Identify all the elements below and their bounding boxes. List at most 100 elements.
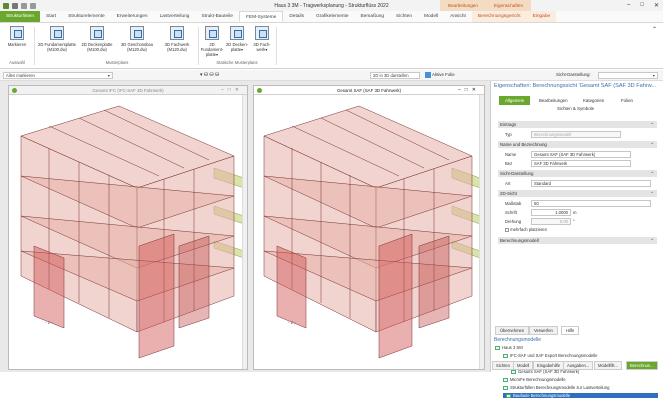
footer-tab-berechnung[interactable]: Berechnun... (626, 361, 658, 370)
tab-details[interactable]: Details (283, 11, 310, 22)
footer-tab-ausgaben[interactable]: Ausgaben... (563, 361, 594, 370)
view-2d-3d-label: 2D in 3D darstellen (373, 73, 409, 78)
viewport-right-scrollbar[interactable] (479, 95, 484, 369)
context-group-props: Eigenschaften (485, 0, 532, 11)
massstab-value: 50 (534, 201, 539, 206)
tree-node[interactable]: MicroFe Berechnungsmodelle (503, 377, 566, 382)
viewport-controls[interactable]: –□✕ (458, 86, 480, 95)
group-label-auswahl: Auswahl (9, 60, 25, 65)
section-berechnungsmodell[interactable]: Berechnungsmodell ⌃ (498, 237, 657, 244)
close-button[interactable]: ✕ (654, 2, 659, 9)
tab-sichten[interactable]: Sichten (390, 11, 418, 22)
tree-node-label: MicroFe Berechnungsmodelle (510, 377, 566, 382)
context-tab-groups: Bearbeitungen Eigenschaften (440, 0, 532, 11)
section-eintrag[interactable]: Eintrags ⌃ (498, 121, 657, 128)
tree-node-label: IFC-SAF und SAF Export Berechnungsmodell… (510, 353, 598, 358)
chevron-down-icon: ▾ (652, 73, 655, 78)
ribbon-collapse-icon[interactable]: ⌃ (652, 26, 657, 33)
building-icon (130, 26, 144, 40)
mehrfach-checkbox[interactable]: mehrfach platzieren (505, 227, 547, 232)
fachwerk-dropdown-button[interactable]: 3D Fach-werk▾ (250, 26, 274, 52)
maximize-button[interactable]: □ (640, 2, 644, 9)
art-select[interactable]: Standard (531, 180, 651, 187)
bez-label: Bez (505, 161, 513, 166)
tab-fem-systeme[interactable]: FEM-Systeme (238, 11, 284, 22)
bez-field[interactable]: SAF 3D Fahrwerk (531, 160, 631, 167)
section-2d-sicht[interactable]: 2D-Sicht ⌃ (498, 190, 657, 197)
deckenplatte-label: 2D Deckenplatte (M100.dw) (81, 42, 113, 52)
plate-icon (50, 26, 64, 40)
fundament-dropdown-label: 2D Fundament-platte▾ (200, 42, 224, 57)
active-layer-toggle[interactable]: Aktive Folie (425, 72, 455, 78)
building-model-3d: - z - (263, 105, 480, 359)
tab-start[interactable]: Start (40, 11, 62, 22)
tab-berechnungsgericht[interactable]: Berechnungsgericht (471, 11, 527, 22)
group-label-musterplans: Musterplans (105, 60, 129, 65)
massstab-label: Maßstab (505, 201, 522, 206)
tab-grafikelemente[interactable]: Grafikelemente (310, 11, 355, 22)
discard-button[interactable]: Verwerfen (529, 326, 558, 335)
schrift-field[interactable]: 1.0000 (531, 209, 571, 216)
fachwerk-label: 3D Fachwerk (M120.dw) (164, 42, 190, 52)
layer-icon (425, 72, 431, 78)
tab-strukt-bauteile[interactable]: Strukt-Bauteile (195, 11, 238, 22)
viewport-right[interactable]: Gesamt SAF (SAF 3D Fahrwerk) –□✕ - z - (253, 85, 485, 370)
tab-erweiterungen[interactable]: Erweiterungen (111, 11, 154, 22)
sicht-combo[interactable]: ▾ (598, 72, 658, 79)
massstab-select[interactable]: 50 (531, 200, 651, 207)
minimize-button[interactable]: – (627, 2, 630, 9)
tab-strukturlisten[interactable]: Strukturlisten (0, 11, 40, 22)
building-model-3d: - z - (20, 105, 243, 359)
tab-bemassung[interactable]: Bemaßung (355, 11, 390, 22)
section-eintrag-label: Eintrags (500, 122, 517, 127)
schrift-label: Schrift (505, 210, 517, 215)
tree-node[interactable]: IFC-SAF und SAF Export Berechnungsmodell… (503, 353, 598, 358)
viewport-left-header: Gesamt IFC (IFC-SAF 3D Fahrwerk) –□✕ (9, 86, 247, 95)
tab-lastverteilung[interactable]: Lastverteilung (154, 11, 196, 22)
tab-eingabe[interactable]: Eingabe (526, 11, 557, 22)
viewport-left-scrollbar[interactable] (242, 95, 247, 369)
geschossbau-button[interactable]: 3D Geschossbau (M120.dw) (118, 26, 156, 52)
tab-allgemein[interactable]: Allgemein (499, 96, 531, 105)
fachwerk-button[interactable]: 3D Fachwerk (M120.dw) (158, 26, 196, 52)
apply-button[interactable]: Übernehmen (495, 326, 530, 335)
tab-modell[interactable]: Modell (418, 11, 444, 22)
name-field[interactable]: Gesamt SAF (SAF 3D Fahrwerk) (531, 151, 631, 158)
fundamentplatte-button[interactable]: 2D Fundamentplatte (M100.dw) (38, 26, 76, 52)
footer-tab-modellfilter[interactable]: Modellfilt... (594, 361, 623, 370)
tree-node-label: Haus 3 SM (502, 345, 523, 350)
art-value: Standard (534, 181, 551, 186)
tab-ansicht[interactable]: Ansicht (444, 11, 472, 22)
slab-icon (90, 26, 104, 40)
section-name[interactable]: Name und Bezeichnung ⌃ (498, 141, 657, 148)
chevron-up-icon: ⌃ (650, 171, 654, 176)
view-icon (257, 88, 262, 93)
tab-strukturelemente[interactable]: Strukturelemente (62, 11, 111, 22)
view-tools-icons[interactable]: ▾ ⛁ ⛁ ⛁ (200, 72, 219, 78)
tree-node[interactable]: Strukturfüllen Berechnungsmodelle zur La… (503, 385, 609, 390)
tree-node-label: Baufaule Berechnungsmodelle (513, 393, 571, 398)
tree-node-root[interactable]: Haus 3 SM (495, 345, 523, 350)
name-label: Name (505, 152, 517, 157)
footer-tab-sichten[interactable]: Sichten (492, 361, 514, 370)
viewport-right-header: Gesamt SAF (SAF 3D Fahrwerk) –□✕ (254, 86, 484, 95)
tree-node-selected[interactable]: Baufaule Berechnungsmodelle (503, 393, 658, 398)
help-button[interactable]: Hilfe (561, 326, 580, 335)
footer-tab-modell[interactable]: Modell (513, 361, 534, 370)
fundament-dropdown-button[interactable]: 2D Fundament-platte▾ (200, 26, 224, 57)
view-icon (12, 88, 17, 93)
sicht-label: Sicht-Darstellung: (556, 72, 591, 77)
section-sicht-darstellung[interactable]: Sicht-Darstellung ⌃ (498, 170, 657, 177)
chevron-up-icon: ⌃ (650, 142, 654, 147)
viewport-left[interactable]: Gesamt IFC (IFC-SAF 3D Fahrwerk) –□✕ - z… (8, 85, 248, 370)
model-icon (503, 353, 508, 358)
markieren-button[interactable]: Markieren (4, 26, 30, 47)
viewport-controls[interactable]: –□✕ (221, 86, 243, 95)
tab-sichten-symbole[interactable]: Sichten & Symbole (551, 104, 600, 113)
deckenplatte-button[interactable]: 2D Deckenplatte (M100.dw) (78, 26, 116, 52)
tab-folien[interactable]: Folien (615, 96, 639, 105)
view-2d-3d-button[interactable]: 2D in 3D darstellen (370, 72, 420, 79)
footer-tab-eingabehilfe[interactable]: Eingabehilfe (533, 361, 565, 370)
decken-dropdown-button[interactable]: 2D Decken-platte▾ (225, 26, 249, 52)
selection-filter-combo[interactable]: Alles markieren ▾ (3, 72, 113, 79)
